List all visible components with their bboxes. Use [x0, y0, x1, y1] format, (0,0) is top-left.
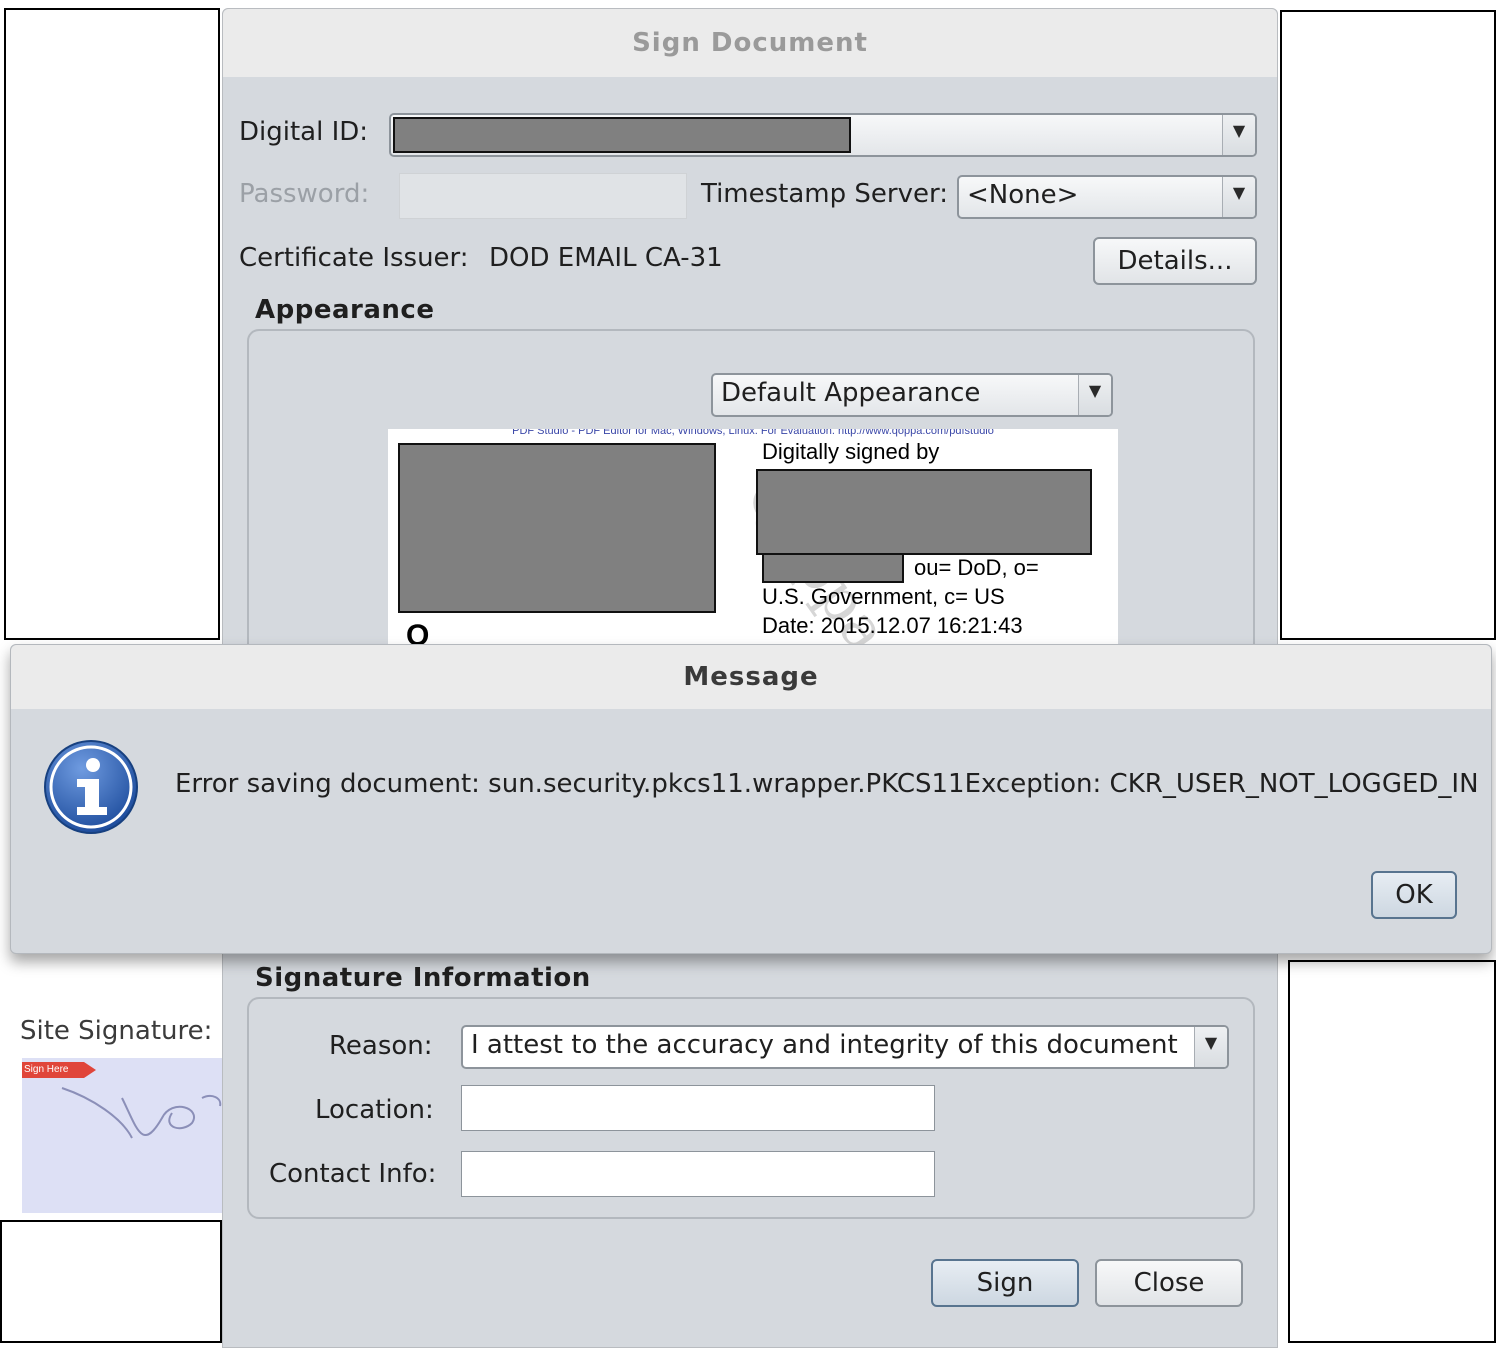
- appearance-section-title: Appearance: [255, 295, 435, 325]
- reason-label: Reason:: [329, 1031, 433, 1061]
- signature-date-text: Date: 2015.12.07 16:21:43: [762, 613, 1023, 638]
- signer-cn-redaction: [762, 553, 904, 583]
- background-page-right-bottom: [1288, 960, 1496, 1343]
- timestamp-server-value: <None>: [967, 180, 1079, 210]
- timestamp-server-dropdown[interactable]: <None> ▼: [957, 175, 1257, 219]
- signature-scribble-icon: [61, 1087, 222, 1139]
- signer-ou-text: ou= DoD, o=: [914, 555, 1039, 580]
- certificate-issuer-value: DOD EMAIL CA-31: [489, 243, 723, 273]
- reason-value: I attest to the accuracy and integrity o…: [471, 1030, 1178, 1060]
- background-page-right-top: [1280, 10, 1496, 640]
- reason-dropdown[interactable]: I attest to the accuracy and integrity o…: [461, 1025, 1229, 1069]
- site-signature-label: Site Signature:: [20, 1016, 213, 1046]
- signed-by-text: Digitally signed by: [762, 439, 940, 464]
- info-icon: [44, 740, 138, 834]
- signature-information-title: Signature Information: [255, 963, 591, 993]
- password-input: [399, 173, 687, 219]
- signer-gov-text: U.S. Government, c= US: [762, 584, 1005, 609]
- message-dialog-title: Message: [11, 645, 1491, 709]
- digital-id-redaction: [393, 117, 851, 153]
- error-message-text: Error saving document: sun.security.pkcs…: [175, 769, 1479, 799]
- close-button[interactable]: Close: [1095, 1259, 1243, 1307]
- digital-id-label: Digital ID:: [239, 117, 369, 147]
- details-button[interactable]: Details...: [1093, 237, 1257, 285]
- background-page-left-bottom: [0, 1220, 222, 1343]
- ok-button[interactable]: OK: [1371, 871, 1457, 919]
- background-page-left-top: [4, 8, 220, 640]
- chevron-down-icon[interactable]: ▼: [1194, 1027, 1227, 1067]
- password-label: Password:: [239, 179, 370, 209]
- message-dialog: Message Error saving document: sun.secur…: [10, 644, 1492, 954]
- preview-initial: Q: [406, 619, 430, 644]
- contact-info-input[interactable]: [461, 1151, 935, 1197]
- signature-preview: PDF Studio - PDF Editor for Mac, Windows…: [388, 429, 1118, 644]
- chevron-down-icon[interactable]: ▼: [1222, 115, 1255, 155]
- digital-id-dropdown[interactable]: ▼: [389, 113, 1257, 157]
- evaluation-banner: PDF Studio - PDF Editor for Mac, Windows…: [512, 429, 994, 437]
- chevron-down-icon[interactable]: ▼: [1222, 177, 1255, 217]
- contact-info-label: Contact Info:: [269, 1159, 437, 1189]
- sign-button[interactable]: Sign: [931, 1259, 1079, 1307]
- signature-image-redaction: [398, 443, 716, 613]
- appearance-dropdown[interactable]: Default Appearance ▼: [711, 373, 1113, 417]
- location-label: Location:: [315, 1095, 434, 1125]
- appearance-value: Default Appearance: [721, 378, 981, 408]
- signer-name-redaction: [756, 469, 1092, 555]
- location-input[interactable]: [461, 1085, 935, 1131]
- certificate-issuer-label: Certificate Issuer:: [239, 243, 469, 273]
- chevron-down-icon[interactable]: ▼: [1078, 375, 1111, 415]
- sign-dialog-title: Sign Document: [223, 9, 1277, 77]
- site-signature-field[interactable]: Sign Here: [22, 1058, 222, 1213]
- timestamp-server-label: Timestamp Server:: [701, 179, 948, 209]
